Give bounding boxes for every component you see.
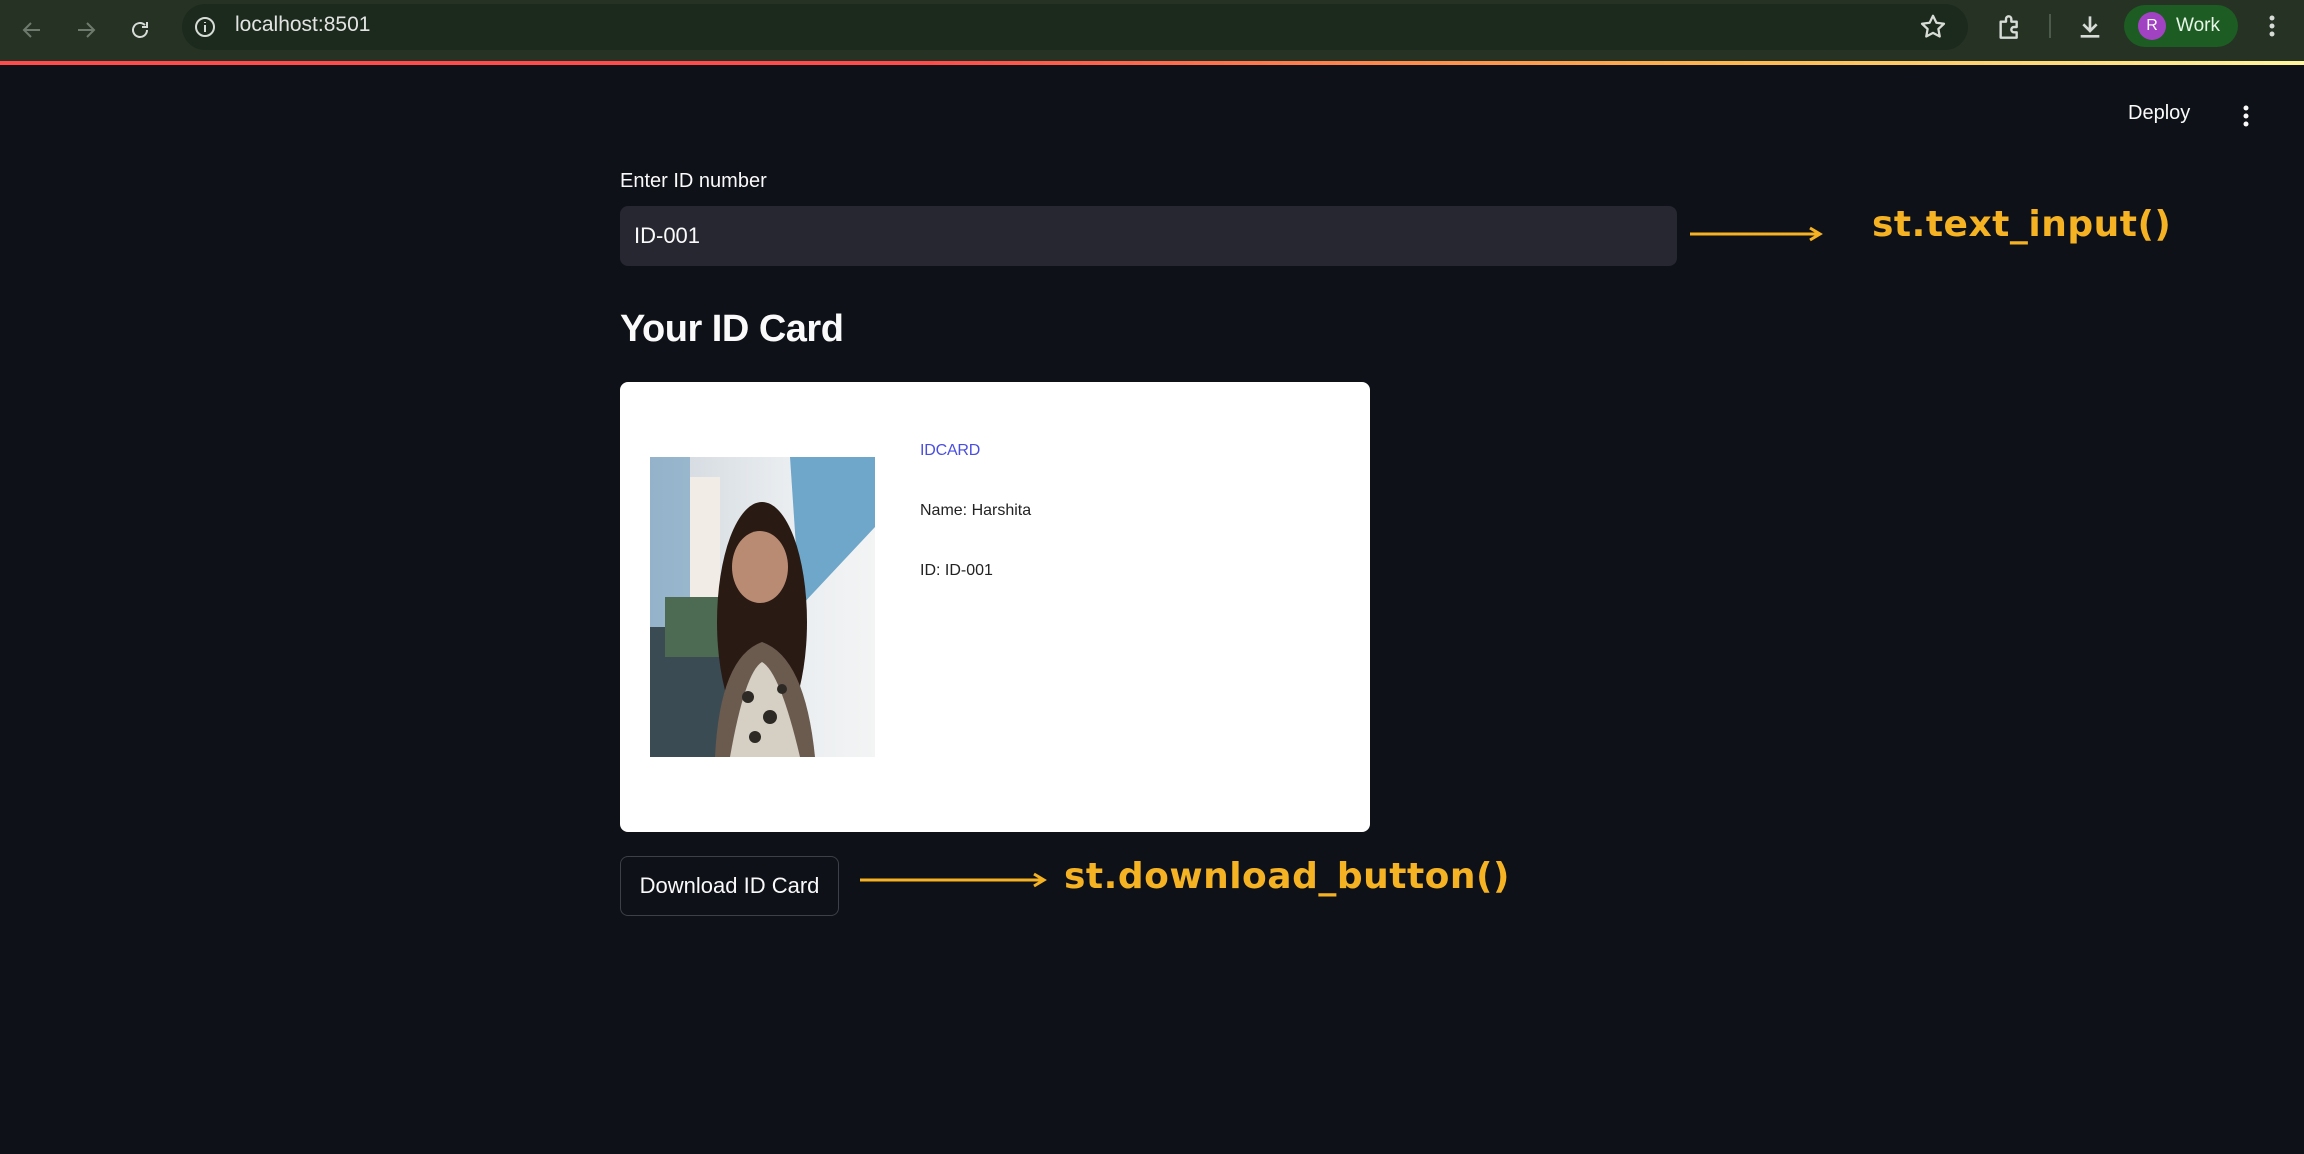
profile-label: Work bbox=[2176, 15, 2220, 36]
extensions-puzzle-icon[interactable] bbox=[1994, 11, 2026, 48]
browser-toolbar: localhost:8501 R Work bbox=[0, 0, 2304, 61]
toolbar-divider bbox=[2049, 14, 2051, 38]
download-button-annotation: st.download_button() bbox=[1064, 856, 1510, 897]
bookmark-star-icon[interactable] bbox=[1918, 12, 1948, 47]
arrow-left-icon bbox=[22, 22, 40, 38]
download-id-card-button[interactable]: Download ID Card bbox=[620, 856, 839, 916]
back-button[interactable] bbox=[14, 12, 50, 48]
card-id: ID: ID-001 bbox=[920, 562, 993, 579]
browser-menu-icon[interactable] bbox=[2262, 12, 2282, 45]
annotation-arrow-download bbox=[860, 872, 1047, 888]
id-input[interactable] bbox=[620, 206, 1677, 266]
deploy-button[interactable]: Deploy bbox=[2128, 102, 2190, 125]
streamlit-decoration-bar bbox=[0, 61, 2304, 65]
page-title: Your ID Card bbox=[620, 308, 844, 350]
profile-photo bbox=[650, 457, 875, 757]
forward-button[interactable] bbox=[68, 12, 104, 48]
address-bar[interactable] bbox=[182, 4, 1968, 50]
reload-icon bbox=[132, 22, 148, 38]
card-name: Name: Harshita bbox=[920, 502, 1032, 519]
downloads-icon[interactable] bbox=[2074, 11, 2106, 48]
id-card-image: IDCARD Name: Harshita ID: ID-001 bbox=[620, 382, 1370, 832]
annotation-arrow-input bbox=[1690, 226, 1823, 242]
avatar: R bbox=[2138, 12, 2166, 40]
reload-button[interactable] bbox=[122, 12, 158, 48]
profile-chip[interactable]: R Work bbox=[2124, 5, 2238, 47]
arrow-right-icon bbox=[78, 22, 96, 38]
id-input-label: Enter ID number bbox=[620, 170, 767, 192]
card-title: IDCARD bbox=[920, 442, 981, 459]
text-input-annotation: st.text_input() bbox=[1872, 204, 2172, 245]
app-menu-icon[interactable] bbox=[2236, 102, 2256, 135]
url-text[interactable]: localhost:8501 bbox=[235, 13, 370, 37]
site-info-icon[interactable] bbox=[190, 12, 220, 42]
